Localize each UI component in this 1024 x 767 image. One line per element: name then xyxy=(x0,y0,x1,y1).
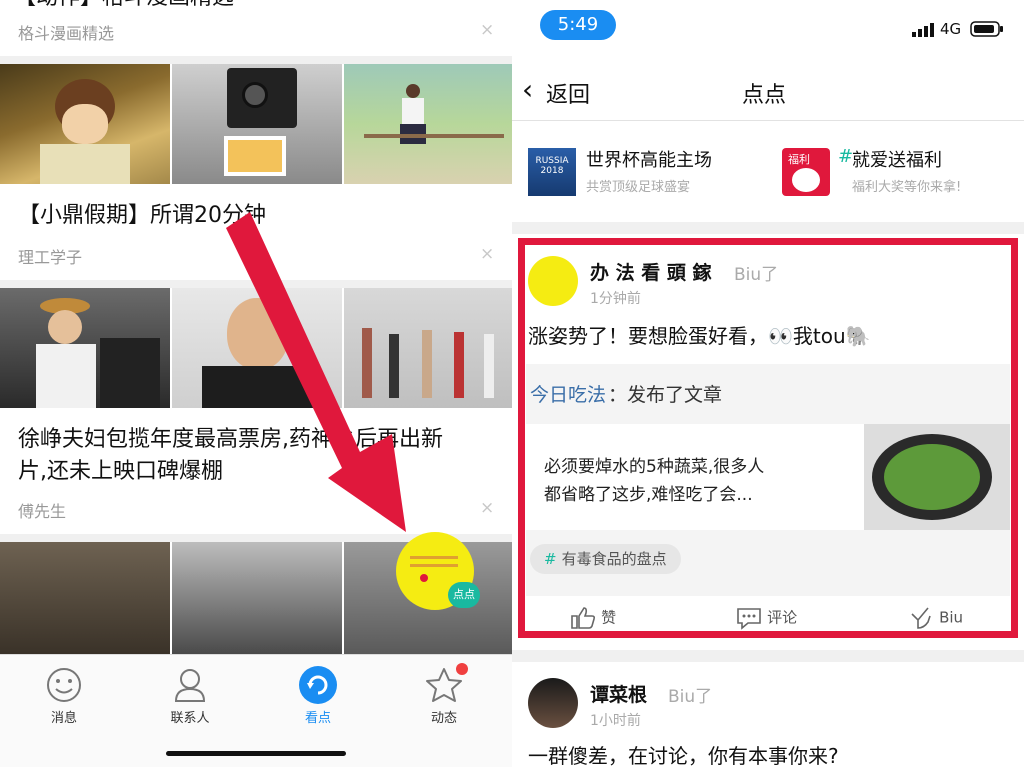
dot-detail-panel: 5:49 4G ‹ 返回 点点 RUSSIA 2018 世界杯高能主场 共赏顶级… xyxy=(512,0,1024,767)
tab-contacts[interactable]: 联系人 xyxy=(150,665,230,726)
topic-thumb-label: 福利 xyxy=(788,153,810,166)
contact-icon xyxy=(174,669,206,702)
arrow-overlay xyxy=(226,212,406,532)
section-divider xyxy=(512,650,1024,662)
avatar[interactable] xyxy=(528,678,578,728)
tab-label: 联系人 xyxy=(170,711,210,726)
page-title: 点点 xyxy=(742,83,787,108)
topic-hash: # xyxy=(838,146,854,167)
status-time: 5:49 xyxy=(540,10,616,40)
tab-bar: 消息 联系人 看点 动态 xyxy=(0,654,512,767)
topic-desc: 福利大奖等你来拿! xyxy=(852,180,962,195)
tab-label: 看点 xyxy=(304,711,331,726)
nav-divider xyxy=(512,120,1024,121)
battery-icon xyxy=(970,21,1004,41)
red-arrow xyxy=(226,212,406,532)
signal-icon xyxy=(912,22,936,41)
topic-desc: 共赏顶级足球盛宴 xyxy=(586,180,691,195)
tab-moments[interactable]: 动态 xyxy=(404,663,484,726)
post-action: Biu了 xyxy=(668,687,713,707)
back-chevron-icon[interactable]: ‹ xyxy=(522,74,533,106)
post-author[interactable]: 谭菜根 xyxy=(590,680,647,707)
section-divider xyxy=(512,222,1024,234)
tab-kandian[interactable]: 看点 xyxy=(278,665,358,726)
tab-messages[interactable]: 消息 xyxy=(24,665,104,726)
topic-thumbnail[interactable]: 福利 xyxy=(782,148,830,196)
tab-label: 动态 xyxy=(430,711,457,726)
home-indicator[interactable] xyxy=(166,751,346,756)
back-button[interactable]: 返回 xyxy=(546,77,590,109)
left-feed-panel: 【动作】格斗漫画精选 格斗漫画精选 × 【小鼎假期】所谓20分钟 理工学子 × xyxy=(0,0,512,767)
smile-icon xyxy=(47,668,81,702)
topic-thumbnail[interactable]: RUSSIA 2018 xyxy=(528,148,576,196)
post-time: 1小时前 xyxy=(590,713,641,729)
tab-label: 消息 xyxy=(50,711,77,726)
highlight-frame xyxy=(518,238,1018,638)
topic-name[interactable]: 就爱送福利 xyxy=(852,146,942,172)
post-text[interactable]: 一群傻差，在讨论，你有本事你来? xyxy=(528,740,839,767)
refresh-icon xyxy=(299,666,337,704)
network-type: 4G xyxy=(940,20,962,38)
notification-badge xyxy=(456,663,468,675)
topic-name[interactable]: 世界杯高能主场 xyxy=(586,146,712,172)
